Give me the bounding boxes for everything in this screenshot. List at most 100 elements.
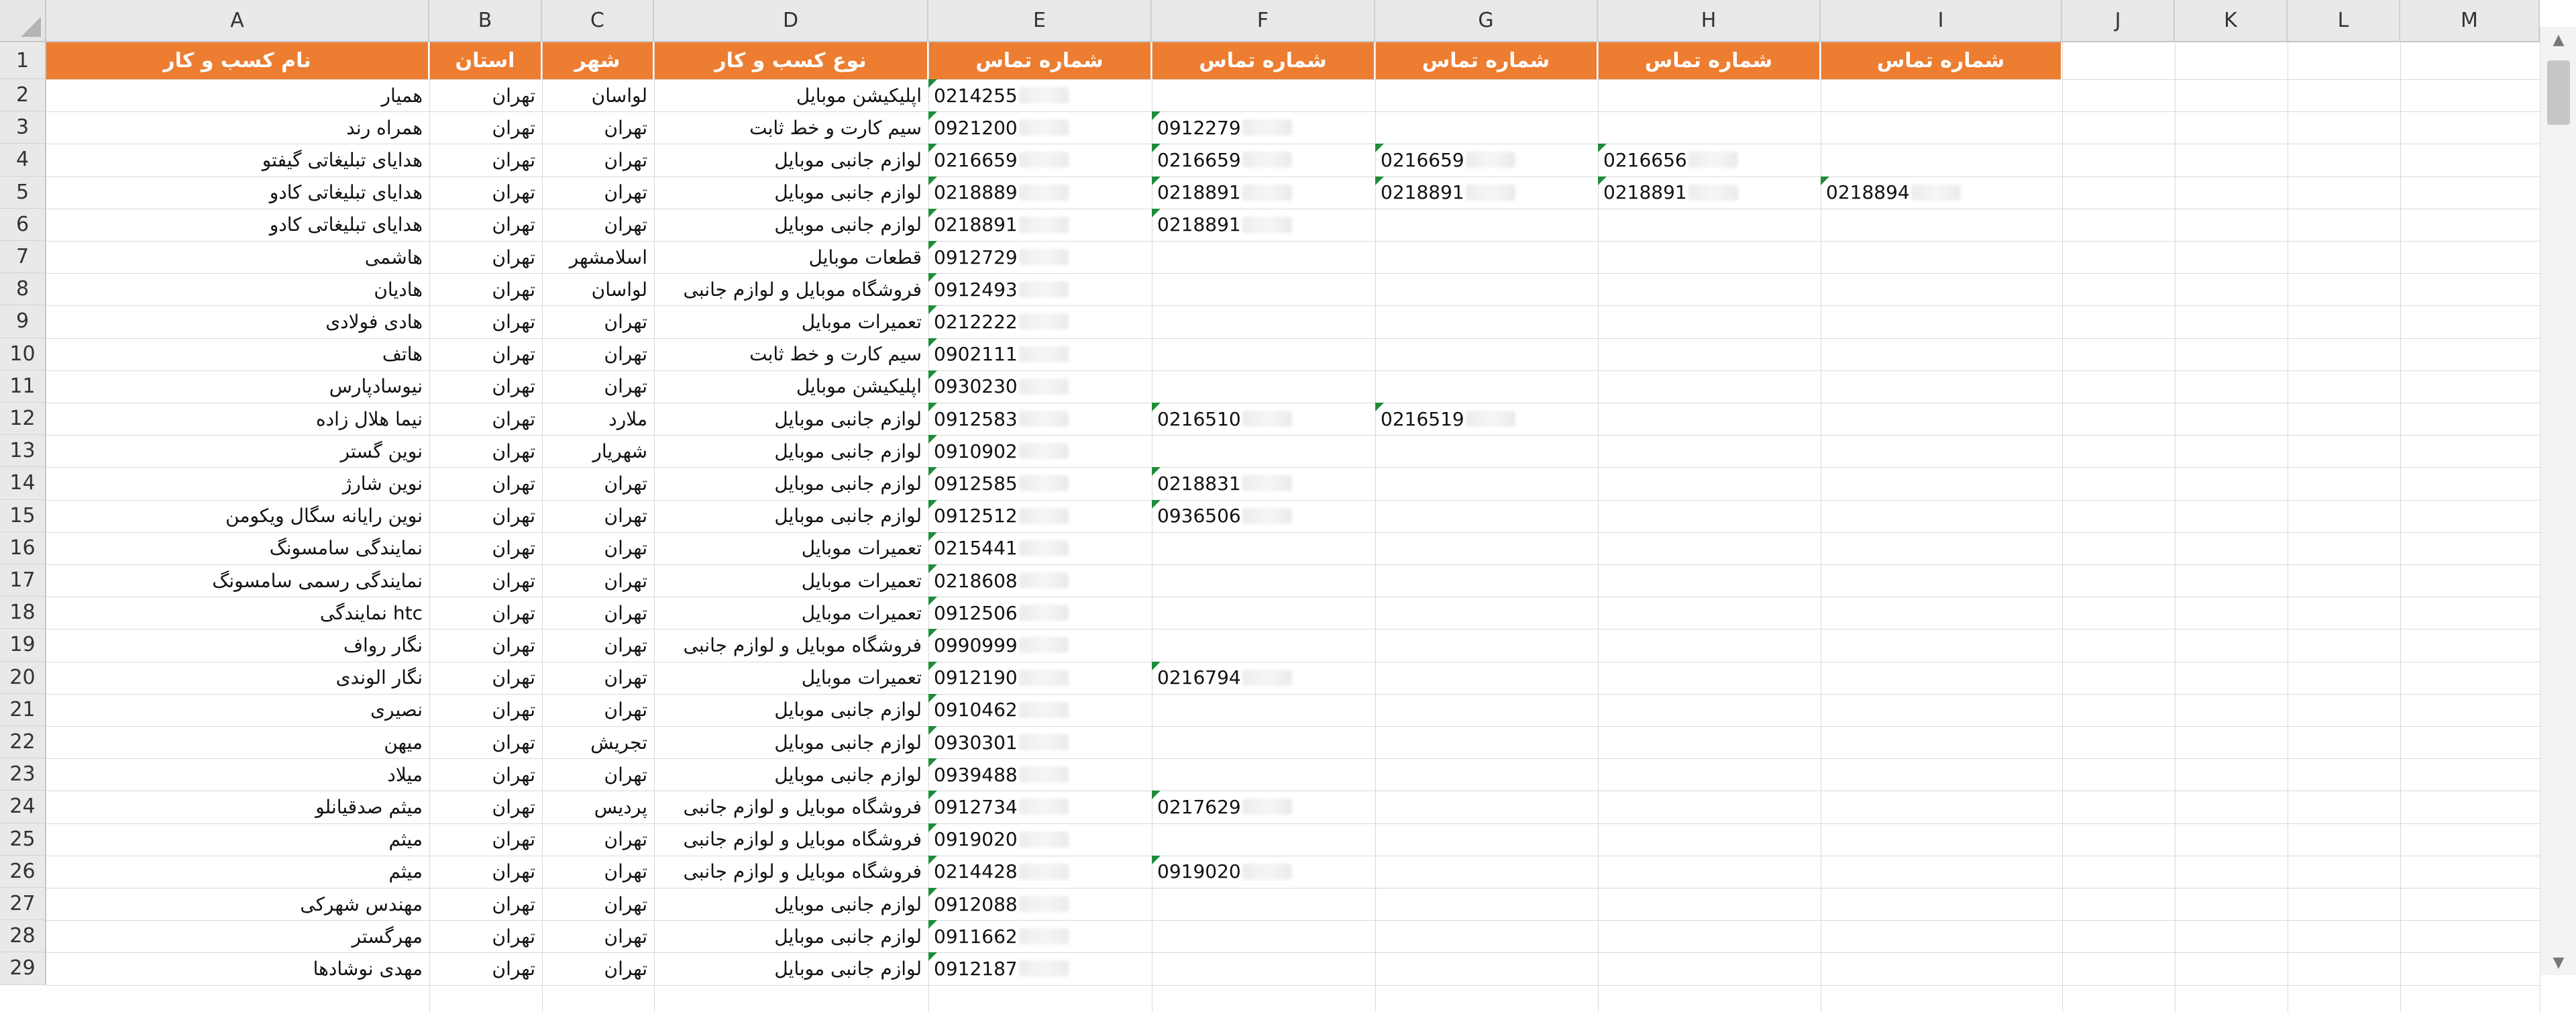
cell-type[interactable]: قطعات موبایل (654, 241, 928, 273)
row-header-22[interactable]: 22 (0, 726, 46, 759)
cell-type[interactable]: لوازم جانبی موبایل (654, 209, 928, 241)
cell-name[interactable]: هاتف (46, 338, 429, 370)
row-header-11[interactable]: 11 (0, 370, 46, 403)
scroll-thumb[interactable] (2547, 60, 2570, 125)
row-header-26[interactable]: 26 (0, 855, 46, 888)
cell-name[interactable]: هادی فولادی (46, 305, 429, 338)
cell-phone[interactable]: 0218894 (1821, 176, 2062, 209)
cell-city[interactable]: تهران (542, 662, 654, 694)
cell-city[interactable]: تهران (542, 856, 654, 888)
cell-phone[interactable]: 0216794 (1152, 661, 1375, 694)
cell-province[interactable]: تهران (429, 435, 542, 467)
cell-city[interactable]: لواسان (542, 273, 654, 305)
cell-phone[interactable]: 0214428 (928, 855, 1152, 888)
row-header-24[interactable]: 24 (0, 791, 46, 823)
cell-phone[interactable]: 0218891 (1152, 208, 1375, 241)
header-cell-a[interactable]: نام کسب و کار (46, 42, 429, 79)
cell-phone[interactable]: 0217629 (1152, 791, 1375, 823)
cell-type[interactable]: فروشگاه موبایل و لوازم جانبی (654, 791, 928, 823)
header-cell-i[interactable]: شماره تماس (1821, 42, 2062, 79)
cell-city[interactable]: شهریار (542, 435, 654, 467)
cell-type[interactable]: لوازم جانبی موبایل (654, 694, 928, 726)
column-header-g[interactable]: G (1375, 0, 1598, 42)
column-header-i[interactable]: I (1821, 0, 2062, 42)
cell-name[interactable]: میثم (46, 823, 429, 856)
cell-name[interactable]: نیوسادپارس (46, 370, 429, 403)
cell-phone[interactable]: 0216519 (1375, 403, 1598, 435)
cell-city[interactable]: تهران (542, 597, 654, 629)
column-header-c[interactable]: C (542, 0, 654, 42)
cell-name[interactable]: نیما هلال زاده (46, 403, 429, 435)
cell-phone[interactable]: 0215441 (928, 532, 1152, 564)
cell-city[interactable]: تهران (542, 629, 654, 661)
column-header-e[interactable]: E (928, 0, 1152, 42)
cell-type[interactable]: لوازم جانبی موبایل (654, 500, 928, 532)
cell-city[interactable]: تهران (542, 952, 654, 984)
cell-province[interactable]: تهران (429, 694, 542, 726)
cell-phone[interactable]: 0912729 (928, 241, 1152, 273)
row-header-16[interactable]: 16 (0, 532, 46, 564)
cell-name[interactable]: نمایندگی رسمی سامسونگ (46, 564, 429, 597)
cell-type[interactable]: تعمیرات موبایل (654, 597, 928, 629)
cell-name[interactable]: نمایندگی htc (46, 597, 429, 629)
cell-province[interactable]: تهران (429, 758, 542, 791)
cell-phone[interactable]: 0919020 (928, 823, 1152, 856)
row-header-25[interactable]: 25 (0, 823, 46, 856)
cell-city[interactable]: تهران (542, 758, 654, 791)
cell-name[interactable]: نگار رواف (46, 629, 429, 661)
cell-name[interactable]: نوین رایانه سگال ویکومن (46, 500, 429, 532)
cell-phone[interactable]: 0912734 (928, 791, 1152, 823)
cell-phone[interactable]: 0216656 (1598, 144, 1821, 176)
cell-city[interactable]: پردیس (542, 791, 654, 823)
cell-phone[interactable]: 0912187 (928, 952, 1152, 984)
cell-phone[interactable]: 0902111 (928, 338, 1152, 370)
cell-phone[interactable]: 0910902 (928, 435, 1152, 467)
cell-type[interactable]: فروشگاه موبایل و لوازم جانبی (654, 823, 928, 856)
row-header-8[interactable]: 8 (0, 273, 46, 306)
cell-name[interactable]: هاشمی (46, 241, 429, 273)
header-cell-e[interactable]: شماره تماس (928, 42, 1152, 79)
row-header-4[interactable]: 4 (0, 144, 46, 176)
cell-city[interactable]: تهران (542, 564, 654, 597)
column-header-a[interactable]: A (46, 0, 429, 42)
cell-phone[interactable]: 0912512 (928, 499, 1152, 532)
cell-province[interactable]: تهران (429, 597, 542, 629)
spreadsheet[interactable]: A B C D E F G H I J K L M 1 2 3 4 5 6 7 8 9 10 11 12 13 14 15 16 17 18… (0, 0, 2576, 1012)
cell-name[interactable]: میلاد (46, 758, 429, 791)
cell-phone[interactable]: 0216659 (1375, 144, 1598, 176)
cell-phone[interactable]: 0218891 (1152, 176, 1375, 209)
cell-phone[interactable]: 0912585 (928, 467, 1152, 499)
cell-province[interactable]: تهران (429, 144, 542, 176)
cell-city[interactable]: ملارد (542, 403, 654, 435)
cell-phone[interactable]: 0910462 (928, 693, 1152, 726)
row-header-18[interactable]: 18 (0, 597, 46, 629)
cell-province[interactable]: تهران (429, 856, 542, 888)
row-header-6[interactable]: 6 (0, 208, 46, 241)
cell-type[interactable]: فروشگاه موبایل و لوازم جانبی (654, 856, 928, 888)
select-all-corner[interactable] (0, 0, 46, 42)
cell-name[interactable]: میهن (46, 726, 429, 758)
cell-name[interactable]: نصیری (46, 694, 429, 726)
cell-city[interactable]: تهران (542, 694, 654, 726)
row-header-2[interactable]: 2 (0, 79, 46, 112)
cell-city[interactable]: تهران (542, 338, 654, 370)
cell-province[interactable]: تهران (429, 176, 542, 209)
row-header-3[interactable]: 3 (0, 111, 46, 144)
row-header-9[interactable]: 9 (0, 305, 46, 338)
cell-city[interactable]: تهران (542, 305, 654, 338)
row-header-5[interactable]: 5 (0, 176, 46, 209)
row-header-10[interactable]: 10 (0, 338, 46, 370)
cell-province[interactable]: تهران (429, 823, 542, 856)
cell-phone[interactable]: 0912583 (928, 403, 1152, 435)
cell-name[interactable]: نوین گستر (46, 435, 429, 467)
cell-phone[interactable]: 0218891 (928, 208, 1152, 241)
column-header-h[interactable]: H (1598, 0, 1821, 42)
cell-province[interactable]: تهران (429, 467, 542, 499)
cell-name[interactable]: همراه رند (46, 111, 429, 144)
cell-province[interactable]: تهران (429, 532, 542, 564)
cell-phone[interactable]: 0912493 (928, 273, 1152, 305)
cell-province[interactable]: تهران (429, 564, 542, 597)
cell-phone[interactable]: 0930230 (928, 370, 1152, 403)
cell-name[interactable]: نوین شارژ (46, 467, 429, 499)
cell-province[interactable]: تهران (429, 305, 542, 338)
